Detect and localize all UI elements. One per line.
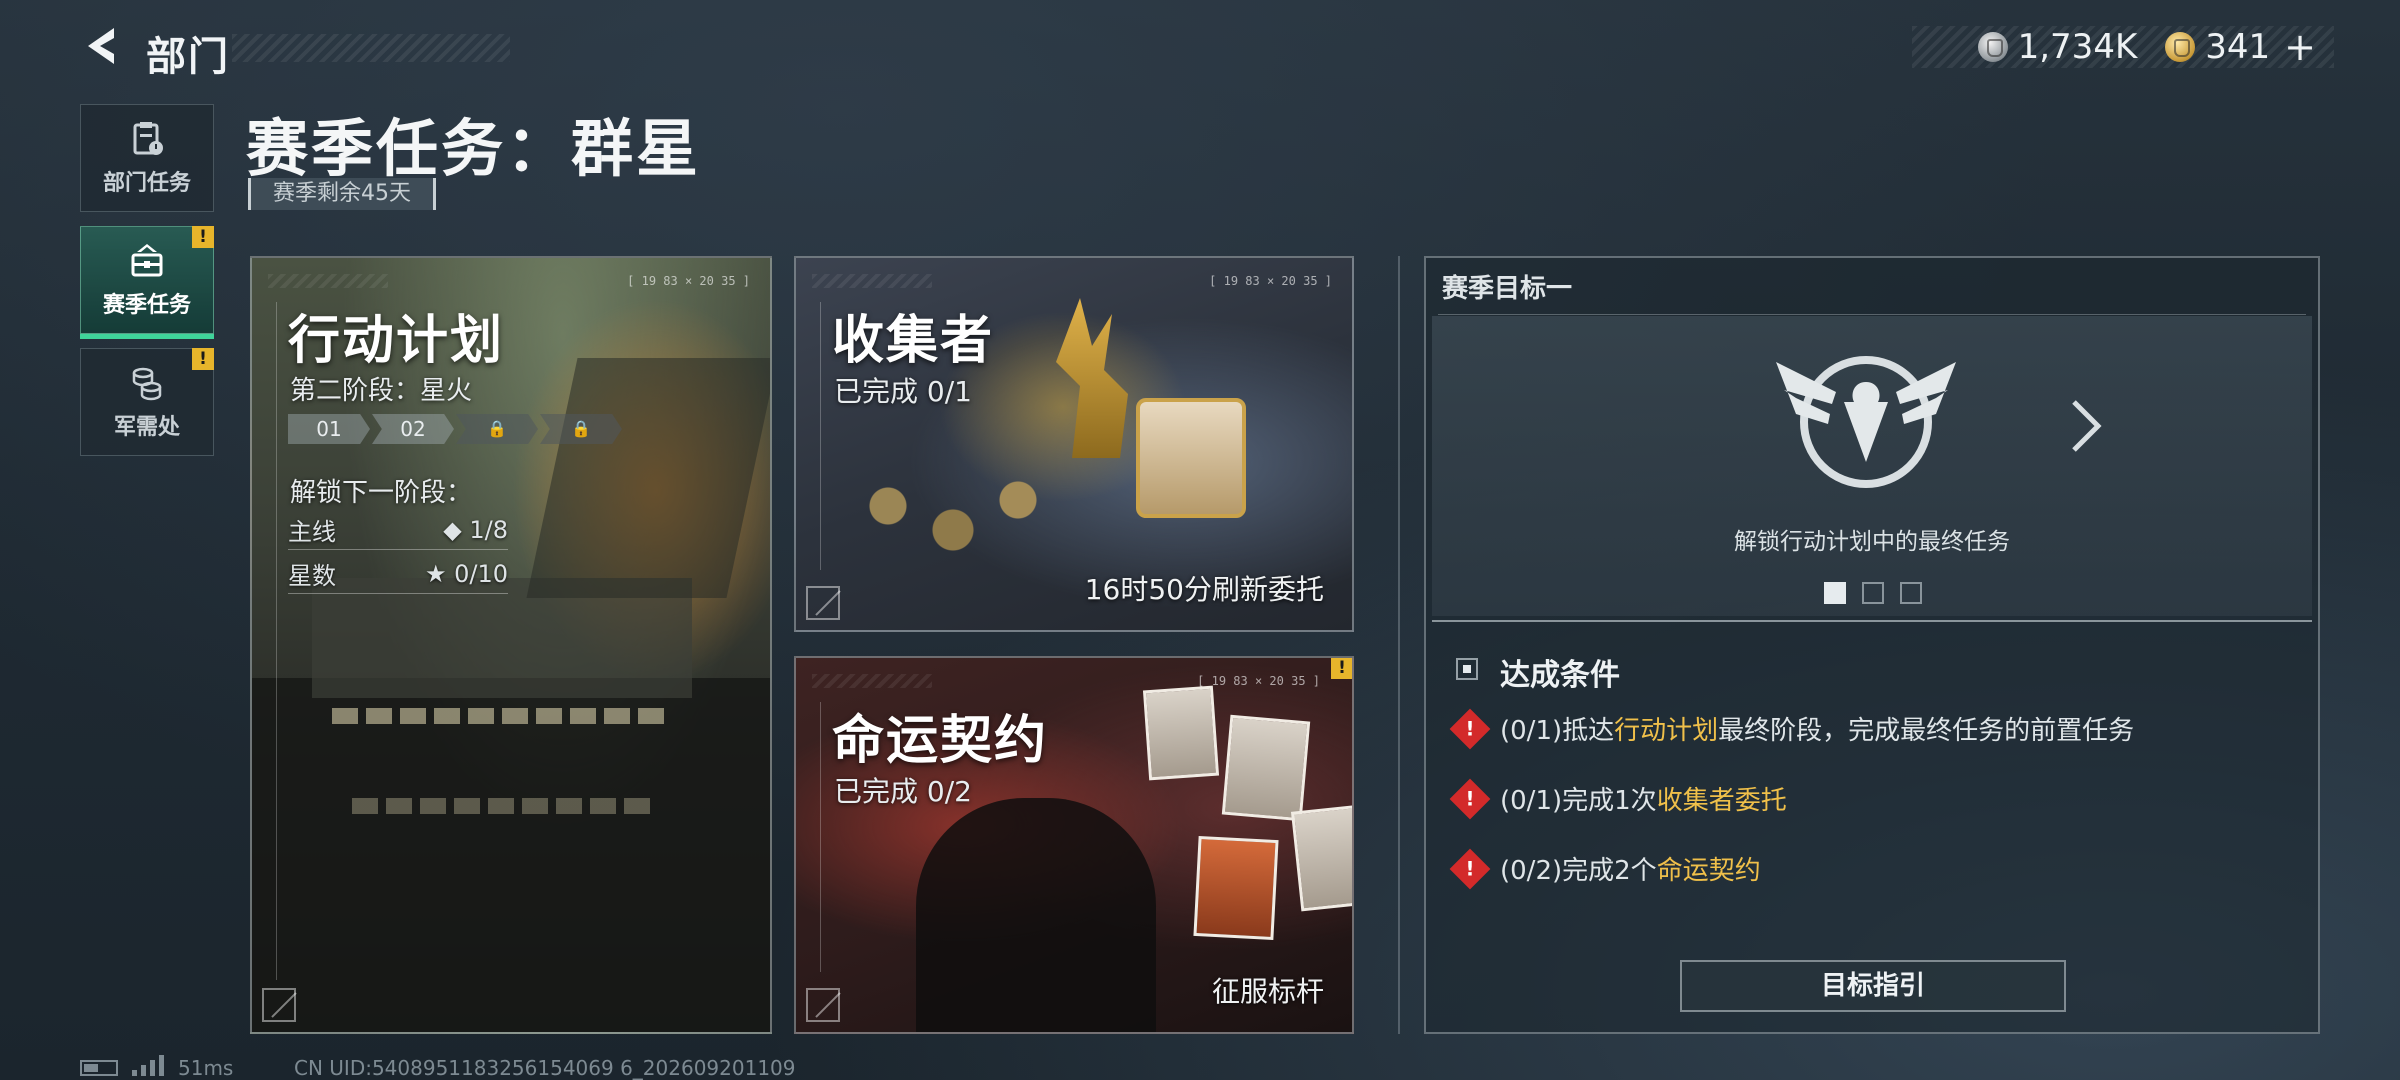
condition-item: ! (0/2)完成2个命运契约 xyxy=(1449,848,1761,889)
requirement-row: 主线 ◆ 1/8 xyxy=(288,510,508,550)
stage-chip-locked: 🔒 xyxy=(456,414,538,444)
section-divider xyxy=(1398,256,1400,1034)
fate-contract-card[interactable]: ! [ 19 83 × 20 35 ] 命运契约 已完成 0/2 征服标杆 xyxy=(794,656,1354,1034)
back-arrow-icon[interactable] xyxy=(78,22,126,70)
goal-guide-button[interactable]: 目标指引 xyxy=(1680,960,2066,1012)
title-decor-strip xyxy=(232,34,510,62)
sidebar-item-quartermaster[interactable]: ! 军需处 xyxy=(80,348,214,456)
goal-description: 解锁行动计划中的最终任务 xyxy=(1734,529,2010,555)
card-coordinates: [ 19 83 × 20 35 ] xyxy=(1209,274,1332,288)
wanted-poster xyxy=(1193,835,1279,941)
goal-header: 赛季目标一 xyxy=(1442,274,1573,304)
antenna-silhouette xyxy=(526,358,770,598)
eagle-emblem-icon xyxy=(1776,356,1956,488)
currency-bar: 1,734K 341 + xyxy=(1912,25,2334,69)
completion-progress: 已完成 0/2 xyxy=(834,775,972,808)
requirement-row: 星数 ★ 0/10 xyxy=(288,554,508,594)
next-chevron-icon[interactable] xyxy=(2066,398,2106,454)
requirement-value: ◆ 1/8 xyxy=(443,515,508,544)
requirement-label: 主线 xyxy=(288,518,336,546)
silver-currency-value: 1,734K xyxy=(2017,27,2138,67)
coin-pile xyxy=(836,458,1096,578)
pagination-dot[interactable] xyxy=(1862,582,1884,604)
sidebar-item-label: 赛季任务 xyxy=(102,293,191,318)
card-title: 收集者 xyxy=(832,311,995,371)
refresh-timer: 16时50分刷新委托 xyxy=(1084,573,1324,606)
page-section-title: 部门 xyxy=(146,34,230,80)
conditions-icon xyxy=(1456,658,1478,680)
window-lights xyxy=(332,708,672,724)
briefcase-icon xyxy=(131,244,163,277)
silver-coin-icon xyxy=(1977,32,2008,62)
season-goal-panel: 赛季目标一 解锁行动计划中的最终任务 达成条件 ! (0/1)抵达行动计划最终阶… xyxy=(1424,256,2320,1034)
header-divider xyxy=(1438,314,2306,315)
pagination-dot[interactable] xyxy=(1900,582,1922,604)
current-stage-label: 第二阶段：星火 xyxy=(290,376,473,406)
expand-corner-icon xyxy=(806,988,840,1022)
wanted-poster xyxy=(1290,804,1352,912)
conditions-title: 达成条件 xyxy=(1500,658,1620,693)
clipboard-icon xyxy=(133,122,163,155)
golden-deer-figure xyxy=(1056,298,1128,458)
goal-pagination xyxy=(1824,582,1922,604)
alert-badge: ! xyxy=(1331,658,1352,679)
card-title: 行动计划 xyxy=(288,311,505,371)
card-coordinates: [ 19 83 × 20 35 ] xyxy=(1197,674,1320,688)
trophy-cup xyxy=(1136,398,1246,518)
pagination-dot[interactable] xyxy=(1824,582,1846,604)
battery-icon xyxy=(80,1060,118,1076)
sidebar-item-season-tasks[interactable]: ! 赛季任务 xyxy=(80,226,214,339)
card-guide-line xyxy=(820,702,821,972)
expand-corner-icon xyxy=(262,988,296,1022)
collector-card[interactable]: [ 19 83 × 20 35 ] 收集者 已完成 0/1 16时50分刷新委托 xyxy=(794,256,1354,632)
window-lights xyxy=(352,798,652,814)
condition-text: (0/2)完成2个命运契约 xyxy=(1500,856,1761,886)
requirement-label: 星数 xyxy=(288,562,336,590)
card-guide-line xyxy=(820,302,821,570)
card-header-decor xyxy=(812,274,932,288)
gold-coin-icon xyxy=(2165,32,2196,62)
season-remaining-badge: 赛季剩余45天 xyxy=(248,178,436,210)
stage-chip: 01 xyxy=(288,414,370,444)
figure-silhouette xyxy=(916,798,1156,1032)
expand-corner-icon xyxy=(806,586,840,620)
card-footer-label: 征服标杆 xyxy=(1211,975,1324,1008)
condition-text: (0/1)抵达行动计划最终阶段，完成最终任务的前置任务 xyxy=(1500,716,2135,746)
alert-badge: ! xyxy=(192,226,214,248)
card-header-decor xyxy=(812,674,932,688)
sidebar-item-label: 部门任务 xyxy=(102,171,191,196)
add-currency-button[interactable]: + xyxy=(2284,25,2316,69)
wanted-poster xyxy=(1142,685,1220,781)
completion-progress: 已完成 0/1 xyxy=(834,375,972,408)
user-id: CN UID:5408951183256154069 6_20260920110… xyxy=(294,1056,796,1080)
sidebar-item-label: 军需处 xyxy=(113,415,180,440)
operation-plan-card[interactable]: [ 19 83 × 20 35 ] 行动计划 第二阶段：星火 01 02 🔒 🔒… xyxy=(250,256,772,1034)
alert-badge: ! xyxy=(192,348,214,370)
requirement-value: ★ 0/10 xyxy=(424,559,508,588)
card-coordinates: [ 19 83 × 20 35 ] xyxy=(627,274,750,288)
coins-stack-icon xyxy=(132,367,162,401)
network-latency: 51ms xyxy=(178,1056,234,1080)
warning-icon: ! xyxy=(1449,708,1491,749)
condition-item: ! (0/1)完成1次收集者委托 xyxy=(1449,778,1787,819)
signal-icon xyxy=(132,1054,164,1076)
card-header-decor xyxy=(268,274,388,288)
preview-divider xyxy=(1432,620,2312,622)
building-silhouette xyxy=(252,678,770,1032)
page-title: 赛季任务：群星 xyxy=(246,112,702,185)
stage-progress: 01 02 🔒 🔒 xyxy=(288,414,622,444)
warning-icon: ! xyxy=(1449,848,1491,889)
condition-item: ! (0/1)抵达行动计划最终阶段，完成最终任务的前置任务 xyxy=(1449,708,2135,749)
stage-chip-locked: 🔒 xyxy=(540,414,622,444)
unlock-next-stage-label: 解锁下一阶段： xyxy=(290,478,473,508)
stage-chip: 02 xyxy=(372,414,454,444)
sidebar-item-department-tasks[interactable]: 部门任务 xyxy=(80,104,214,212)
wanted-poster xyxy=(1221,714,1311,822)
card-title: 命运契约 xyxy=(832,711,1049,771)
condition-text: (0/1)完成1次收集者委托 xyxy=(1500,786,1787,816)
card-guide-line xyxy=(276,302,277,980)
warning-icon: ! xyxy=(1449,778,1491,819)
gold-currency-value: 341 xyxy=(2205,27,2271,67)
